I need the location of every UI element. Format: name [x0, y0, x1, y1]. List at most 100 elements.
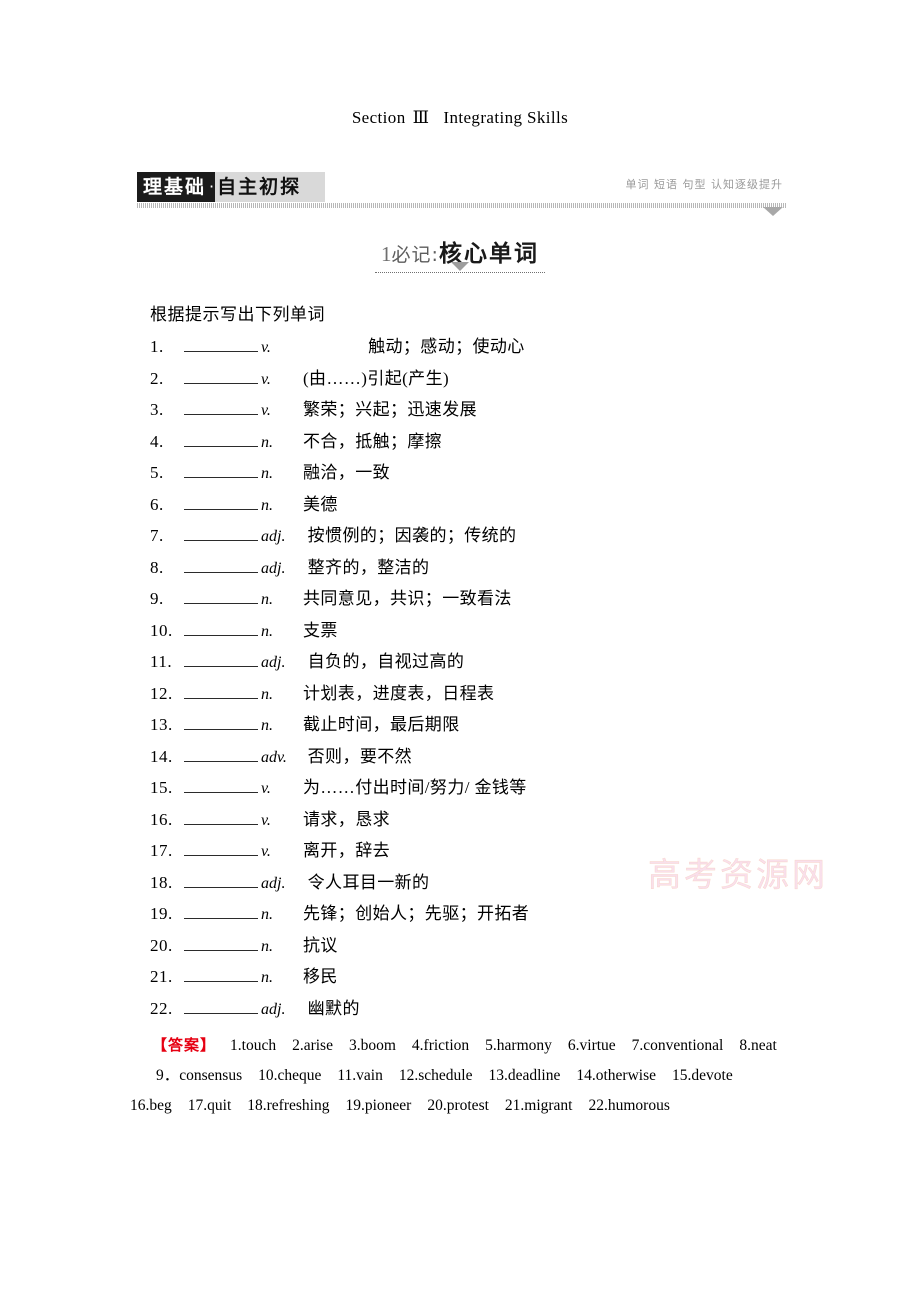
word-item-blank-field[interactable]: [184, 401, 258, 415]
word-item-blank-field[interactable]: [184, 338, 258, 352]
word-item-number: 13.: [150, 715, 173, 734]
word-item-definition: 自负的，自视过高的: [303, 652, 465, 671]
banner-subtitle: 单词 短语 句型 认知逐级提升: [625, 178, 783, 191]
answer-item: 20.protest: [427, 1097, 489, 1114]
word-item-blank-field[interactable]: [184, 370, 258, 384]
word-item-definition: 不合，抵触；摩擦: [303, 431, 443, 451]
document-page: Section Ⅲ Integrating Skills 理基础 · 自主初探 单词…: [0, 0, 920, 1302]
word-list-item: 12. n. 计划表，进度表，日程表: [150, 679, 790, 711]
word-item-number: 20.: [150, 935, 173, 955]
answer-item: 5.harmony: [485, 1037, 552, 1054]
word-item-part-of-speech: adv.: [261, 748, 287, 766]
word-item-definition: 繁荣；兴起；迅速发展: [303, 400, 477, 419]
word-item-blank-field[interactable]: [184, 811, 258, 825]
answer-item: 10.cheque: [258, 1067, 322, 1084]
word-item-blank-field[interactable]: [184, 622, 258, 636]
word-item-part-of-speech: n.: [261, 433, 273, 451]
running-head-section-title: Integrating Skills: [443, 108, 569, 127]
word-item-blank-field[interactable]: [184, 842, 258, 856]
word-item-number: 10.: [150, 620, 173, 640]
word-item-part-of-speech: n.: [261, 717, 273, 734]
word-item-part-of-speech: v.: [261, 843, 271, 860]
answer-item: 15.devote: [672, 1067, 733, 1084]
word-item-blank-field[interactable]: [184, 464, 258, 478]
word-item-definition: 支票: [303, 620, 338, 640]
word-item-part-of-speech: v.: [261, 402, 271, 419]
banner-tag-light-label: 自主初探: [215, 172, 326, 202]
word-item-part-of-speech: v.: [261, 811, 271, 829]
word-list-item: 7. adj. 按惯例的；因袭的；传统的: [150, 521, 790, 553]
word-item-part-of-speech: adj.: [261, 654, 286, 671]
word-list-item: 9. n. 共同意见，共识；一致看法: [150, 584, 790, 616]
word-item-number: 16.: [150, 809, 173, 829]
word-item-number: 15.: [150, 778, 173, 797]
word-item-blank-field[interactable]: [184, 590, 258, 604]
answer-item: 12.schedule: [398, 1067, 473, 1084]
word-item-definition: 整齐的，整洁的: [303, 557, 430, 577]
word-item-blank-field[interactable]: [184, 496, 258, 510]
word-item-definition: 计划表，进度表，日程表: [303, 683, 495, 703]
word-item-blank-field[interactable]: [184, 905, 258, 919]
word-list-item: 16. v. 请求，恳求: [150, 805, 790, 837]
word-item-blank-field[interactable]: [184, 559, 258, 573]
banner-rule: [137, 203, 787, 208]
word-item-part-of-speech: v.: [261, 370, 271, 388]
word-item-blank-field[interactable]: [184, 527, 258, 541]
banner-arrow-icon: [763, 207, 783, 216]
word-item-number: 14.: [150, 746, 173, 766]
word-item-definition: 令人耳目一新的: [303, 872, 430, 892]
answer-item: 19.pioneer: [345, 1097, 412, 1114]
answers-line-1: 【答案】 1.touch 2.arise 3.boom 4.friction 5.harm…: [130, 1030, 802, 1061]
part-heading-number: 1: [381, 242, 392, 266]
word-item-part-of-speech: adj.: [261, 559, 286, 577]
answer-item: 9．consensus: [156, 1067, 243, 1084]
word-list-item: 4. n. 不合，抵触；摩擦: [150, 427, 790, 459]
word-item-blank-field[interactable]: [184, 779, 258, 793]
word-item-definition: 幽默的: [303, 998, 360, 1018]
answer-item: 8.neat: [739, 1037, 777, 1054]
word-item-part-of-speech: n.: [261, 906, 273, 923]
word-list-item: 13. n. 截止时间，最后期限: [150, 710, 790, 742]
banner-tag-dark-label: 理基础: [137, 172, 209, 202]
word-item-definition: 美德: [303, 494, 338, 514]
running-head: Section Ⅲ Integrating Skills: [0, 108, 920, 128]
word-item-part-of-speech: n.: [261, 496, 273, 514]
word-item-blank-field[interactable]: [184, 685, 258, 699]
word-item-blank-field[interactable]: [184, 1000, 258, 1014]
word-item-part-of-speech: n.: [261, 591, 273, 608]
section-banner: 理基础 · 自主初探 单词 短语 句型 认知逐级提升: [137, 172, 787, 216]
part-heading-arrow-icon: [451, 262, 469, 271]
word-list-item: 14. adv. 否则，要不然: [150, 742, 790, 774]
word-item-blank-field[interactable]: [184, 968, 258, 982]
instruction-text: 根据提示写出下列单词: [150, 305, 325, 324]
word-item-definition: 截止时间，最后期限: [303, 715, 460, 734]
word-list-item: 11. adj. 自负的，自视过高的: [150, 647, 790, 679]
word-item-blank-field[interactable]: [184, 937, 258, 951]
word-item-blank-field[interactable]: [184, 653, 258, 667]
word-item-part-of-speech: n.: [261, 937, 273, 955]
answer-item: 1.touch: [230, 1037, 277, 1054]
word-list-item: 21. n. 移民: [150, 962, 790, 994]
word-item-part-of-speech: v.: [261, 780, 271, 797]
word-item-part-of-speech: adj.: [261, 528, 286, 545]
answers-line-3: 16.beg 17.quit 18.refreshing 19.pioneer 20.p…: [130, 1091, 802, 1121]
word-item-blank-field[interactable]: [184, 874, 258, 888]
word-item-blank-field[interactable]: [184, 433, 258, 447]
word-list-item: 6. n. 美德: [150, 490, 790, 522]
answer-item: 21.migrant: [504, 1097, 573, 1114]
answer-item: 13.deadline: [488, 1067, 561, 1084]
word-item-blank-field[interactable]: [184, 716, 258, 730]
word-item-number: 19.: [150, 904, 173, 923]
word-item-definition: 先锋；创始人；先驱；开拓者: [303, 904, 530, 923]
answers-block: 【答案】 1.touch 2.arise 3.boom 4.friction 5.harm…: [130, 1030, 802, 1121]
word-list: 1. v. 触动；感动；使动心 2. v. (由……)引起(产生) 3. v. 繁荣；兴起；迅…: [150, 332, 790, 1025]
word-item-blank-field[interactable]: [184, 748, 258, 762]
answer-item: 11.vain: [337, 1067, 383, 1084]
word-item-part-of-speech: n.: [261, 622, 273, 640]
word-list-item: 17. v. 离开，辞去: [150, 836, 790, 868]
word-list-item: 2. v. (由……)引起(产生): [150, 364, 790, 396]
word-list-item: 1. v. 触动；感动；使动心: [150, 332, 790, 364]
word-item-number: 4.: [150, 431, 164, 451]
answer-item: 3.boom: [348, 1037, 396, 1054]
word-item-number: 3.: [150, 400, 164, 419]
